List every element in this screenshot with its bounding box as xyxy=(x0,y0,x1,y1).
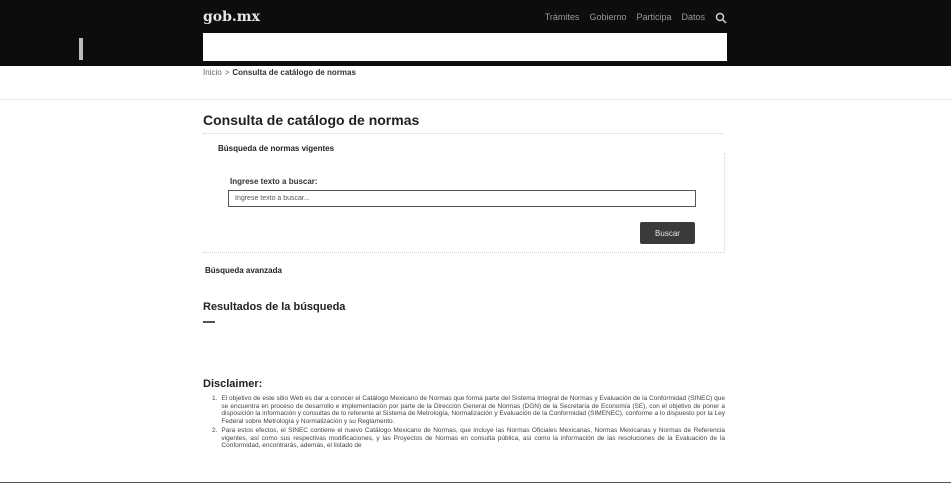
advanced-search-link[interactable]: Búsqueda avanzada xyxy=(205,266,282,275)
search-section-label: Búsqueda de normas vigentes xyxy=(218,144,335,153)
navbar-container: gob.mx Trámites Gobierno Participa Datos xyxy=(203,0,727,33)
side-marker xyxy=(79,38,83,60)
search-button[interactable]: Buscar xyxy=(640,222,695,244)
nav-link-gobierno[interactable]: Gobierno xyxy=(589,12,626,22)
search-icon[interactable] xyxy=(715,11,727,24)
disclaimer-item-number: 2. xyxy=(212,426,218,434)
main-nav: Trámites Gobierno Participa Datos xyxy=(545,11,727,24)
disclaimer-item-text: Para estos efectos, el SINEC contiene el… xyxy=(221,426,725,450)
disclaimer-item: 2. Para estos efectos, el SINEC contiene… xyxy=(212,427,725,450)
results-underline xyxy=(203,321,215,323)
disclaimer-item: 1. El objetivo de este sitio Web es dar … xyxy=(212,395,725,426)
search-input[interactable] xyxy=(228,190,696,207)
title-divider xyxy=(203,133,723,134)
breadcrumb-separator: > xyxy=(224,68,230,77)
disclaimer-list: 1. El objetivo de este sitio Web es dar … xyxy=(212,395,725,451)
search-field-label: Ingrese texto a buscar: xyxy=(230,177,318,186)
breadcrumb: Inicio > Consulta de catálogo de normas xyxy=(203,68,356,77)
results-title: Resultados de la búsqueda xyxy=(203,301,346,313)
breadcrumb-home-link[interactable]: Inicio xyxy=(203,68,222,77)
disclaimer-item-text: El objetivo de este sitio Web es dar a c… xyxy=(221,395,725,426)
breadcrumb-current: Consulta de catálogo de normas xyxy=(232,68,356,77)
sub-navbar xyxy=(203,33,727,61)
nav-link-tramites[interactable]: Trámites xyxy=(545,12,580,22)
nav-link-participa[interactable]: Participa xyxy=(636,12,671,22)
nav-link-datos[interactable]: Datos xyxy=(681,12,705,22)
site-logo[interactable]: gob.mx xyxy=(203,9,260,25)
disclaimer-title: Disclaimer: xyxy=(203,378,263,390)
disclaimer-item-number: 1. xyxy=(212,395,218,402)
divider xyxy=(0,99,951,100)
top-navbar: gob.mx Trámites Gobierno Participa Datos xyxy=(0,0,951,66)
page-bottom-divider xyxy=(0,482,951,483)
page-title: Consulta de catálogo de normas xyxy=(203,112,420,128)
